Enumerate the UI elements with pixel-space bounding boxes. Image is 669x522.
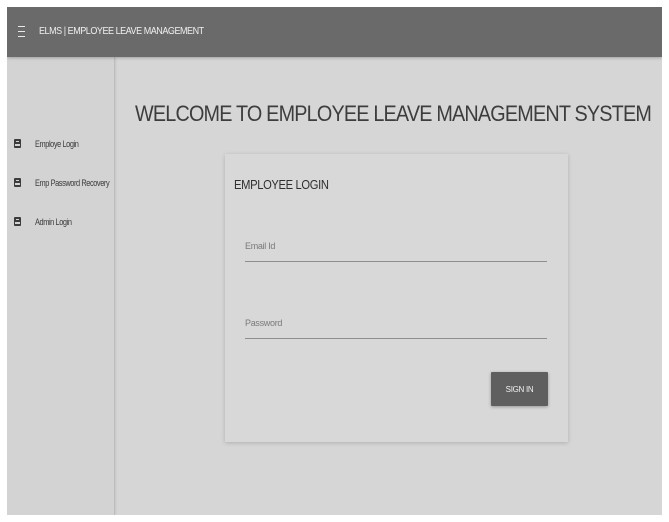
app-window: ELMS | EMPLOYEE LEAVE MANAGEMENT Employe… <box>7 7 662 515</box>
hamburger-menu-icon[interactable] <box>18 24 27 39</box>
sidebar-item-label: Employe Login <box>35 139 79 149</box>
login-card: EMPLOYEE LOGIN SIGN IN <box>225 154 568 442</box>
account-box-icon <box>14 139 21 148</box>
page-title: WELCOME TO EMPLOYEE LEAVE MANAGEMENT SYS… <box>135 101 652 126</box>
password-field[interactable] <box>245 308 547 338</box>
sign-in-button[interactable]: SIGN IN <box>491 372 548 406</box>
sidebar-item-admin-login[interactable]: Admin Login <box>7 213 114 235</box>
top-app-bar: ELMS | EMPLOYEE LEAVE MANAGEMENT <box>7 7 662 57</box>
sidebar-item-label: Admin Login <box>35 217 72 227</box>
email-field[interactable] <box>245 231 547 261</box>
sidebar-item-emp-password-recovery[interactable]: Emp Password Recovery <box>7 174 114 196</box>
sidebar: Employe Login Emp Password Recovery Admi… <box>7 57 115 515</box>
account-box-icon <box>14 178 21 187</box>
app-title: ELMS | EMPLOYEE LEAVE MANAGEMENT <box>39 25 204 37</box>
sidebar-item-employe-login[interactable]: Employe Login <box>7 135 114 157</box>
email-field-container <box>245 231 547 262</box>
sidebar-item-label: Emp Password Recovery <box>35 178 110 188</box>
password-field-container <box>245 308 547 339</box>
account-box-icon <box>14 217 21 226</box>
login-card-title: EMPLOYEE LOGIN <box>234 177 329 192</box>
